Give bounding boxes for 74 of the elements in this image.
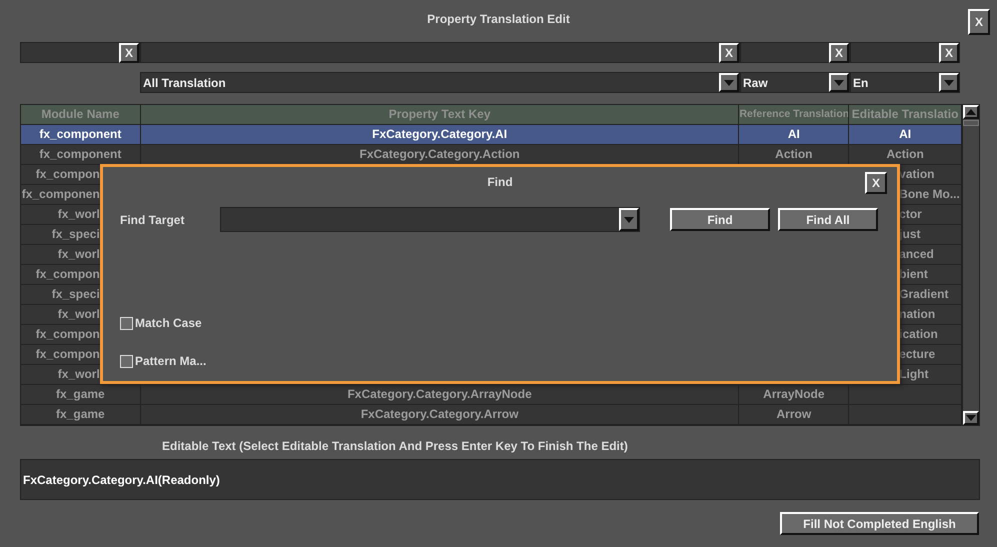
table-cell: just: [899, 227, 920, 241]
dialog-title: Find: [487, 175, 513, 189]
table-cell: fx_worl: [58, 367, 100, 381]
table-cell: fx_compon: [36, 167, 100, 181]
clear-button[interactable]: X: [719, 43, 739, 63]
table-cell: fx_compon: [36, 347, 100, 361]
table-cell: anced: [899, 247, 934, 261]
caret-icon: [724, 80, 734, 86]
caret-icon: [966, 415, 976, 421]
close-button[interactable]: X: [865, 172, 887, 194]
table-cell: FxCategory.Category.ArrayNode: [347, 387, 532, 401]
table-cell: fx_speci: [52, 287, 100, 301]
editable-text-field[interactable]: FxCategory.Category.AI(Readonly): [20, 459, 980, 500]
table-cell: FxCategory.Category.Arrow: [360, 407, 518, 421]
table-cell: fx_compon: [36, 327, 100, 341]
table-cell: Action: [886, 147, 924, 161]
table-cell: fx_worl: [58, 247, 100, 261]
table-cell: Light: [899, 367, 928, 381]
table-cell: nation: [899, 307, 936, 321]
caret-icon: [944, 80, 954, 86]
find-button[interactable]: Find: [670, 208, 770, 231]
filter-field[interactable]: X: [740, 42, 850, 63]
fill-button[interactable]: Fill Not Completed English: [780, 512, 979, 535]
table-cell: fx_component: [39, 127, 122, 141]
filter-field[interactable]: X: [850, 42, 960, 63]
table-cell: bient: [899, 267, 928, 281]
checkbox-label[interactable]: Pattern Ma...: [135, 352, 206, 370]
table-cell: fx_worl: [58, 207, 100, 221]
window-title: Property Translation Edit: [427, 11, 570, 28]
checkbox-label[interactable]: Match Case: [135, 314, 202, 332]
table-cell: AI: [899, 127, 912, 141]
filter-field[interactable]: X: [20, 42, 140, 63]
filter-field[interactable]: X: [140, 42, 740, 63]
table-cell: ication: [899, 327, 938, 341]
table-cell: FxCategory.Category.AI: [372, 127, 508, 141]
clear-button[interactable]: X: [829, 43, 849, 63]
scroll-thumb[interactable]: [963, 120, 979, 126]
dropdown-field[interactable]: Raw: [740, 72, 850, 93]
table-row[interactable]: fx_component FxCategory.Category.Action Action Action: [21, 145, 961, 165]
table-row[interactable]: fx_component FxCategory.Category.AI AI AI: [21, 125, 961, 145]
checkbox[interactable]: [120, 354, 133, 368]
up-arrow-icon: [966, 109, 976, 115]
table-cell: fx_game: [56, 407, 105, 421]
table-cell: Gradient: [899, 287, 948, 301]
table-cell: FxCategory.Category.Action: [359, 147, 520, 161]
table-cell: ArrayNode: [763, 387, 825, 401]
table-cell: AI: [788, 127, 800, 141]
caret-icon: [624, 216, 634, 222]
checkbox[interactable]: [120, 316, 133, 330]
field-label: Editable Text (Select Editable Translation And Press Enter Key To Finish The Edit): [162, 438, 629, 453]
table-cell: Bone Mo...: [899, 187, 960, 201]
scrollbar[interactable]: [962, 104, 980, 426]
table-cell: ecture: [899, 347, 936, 361]
find-target-field[interactable]: [220, 207, 640, 232]
table-row[interactable]: fx_game FxCategory.Category.ArrayNode ArrayNode: [21, 385, 961, 405]
table-cell: Action: [775, 147, 813, 161]
field-label: Find Target: [120, 212, 186, 228]
clear-button[interactable]: X: [939, 43, 959, 63]
table-cell: fx_worl: [58, 307, 100, 321]
table-cell: vation: [899, 167, 934, 181]
table-cell: fx_compon: [36, 267, 100, 281]
table-cell: fx_speci: [52, 227, 100, 241]
find-button[interactable]: Find All: [778, 208, 878, 231]
table-cell: fx_componen: [22, 187, 100, 201]
dropdown-field[interactable]: All Translation: [140, 72, 740, 93]
close-button[interactable]: X: [968, 9, 990, 35]
clear-button[interactable]: X: [119, 43, 139, 63]
table-cell: ctor: [899, 207, 922, 221]
caret-icon: [834, 80, 844, 86]
table-cell: Arrow: [776, 407, 812, 421]
table-cell: fx_game: [56, 387, 105, 401]
dropdown-field[interactable]: En: [850, 72, 960, 93]
table-row[interactable]: fx_game FxCategory.Category.Arrow Arrow: [21, 405, 961, 425]
table-cell: fx_component: [39, 147, 122, 161]
